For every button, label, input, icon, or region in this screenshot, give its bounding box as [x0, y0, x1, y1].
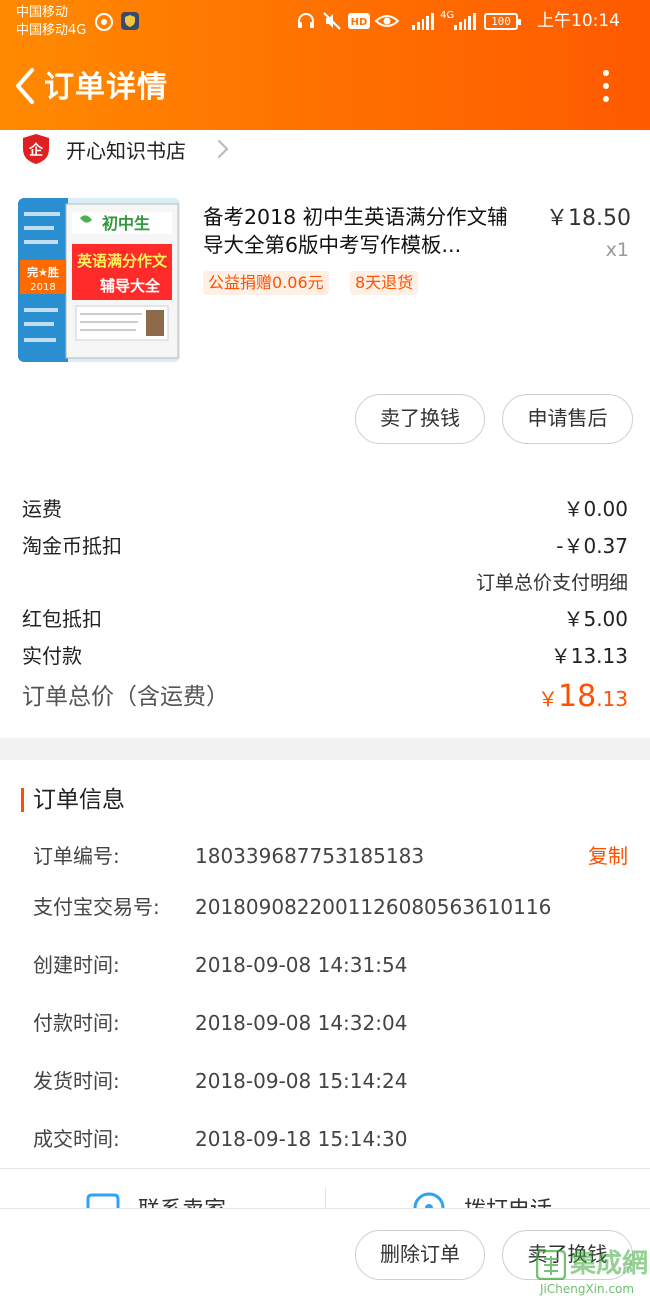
carrier-primary: 中国移动	[16, 5, 69, 20]
signal-icon	[454, 12, 476, 30]
status-time: 上午10:14	[537, 11, 620, 31]
nav-bar: 订单详情	[0, 44, 650, 130]
svg-text:2018: 2018	[30, 282, 55, 293]
product-quantity: x1	[605, 239, 629, 261]
paid-amount-value: ￥13.13	[550, 644, 628, 668]
alipay-trade-value: 2018090822001126080563610116	[195, 895, 552, 919]
svg-text:英语满分作文: 英语满分作文	[77, 252, 168, 270]
completed-time-label: 成交时间:	[33, 1127, 120, 1151]
order-total-label: 订单总价（含运费）	[22, 684, 229, 710]
hotspot-icon	[95, 13, 113, 31]
order-number-value: 180339687753185183	[195, 844, 425, 868]
paid-time-value: 2018-09-08 14:32:04	[195, 1011, 408, 1035]
signal-icon	[412, 12, 434, 30]
payment-detail-link[interactable]: 订单总价支付明细	[476, 570, 628, 596]
watermark-logo-icon	[536, 1250, 566, 1280]
return-policy-tag: 8天退货	[350, 271, 419, 295]
carrier-secondary: 中国移动4G	[16, 23, 87, 38]
shipped-time-label: 发货时间:	[33, 1069, 120, 1093]
alipay-trade-label: 支付宝交易号:	[33, 895, 160, 919]
page-title: 订单详情	[44, 70, 168, 105]
enterprise-shop-icon: 企	[23, 134, 49, 164]
copy-button[interactable]: 复制	[588, 843, 628, 869]
watermark-url: JiChengXin.com	[540, 1282, 635, 1296]
paid-amount-label: 实付款	[22, 644, 82, 668]
headset-icon	[298, 13, 314, 28]
svg-text:辅导大全: 辅导大全	[100, 277, 161, 295]
network-type-label: 4G	[440, 10, 455, 21]
completed-time-value: 2018-09-18 15:14:30	[195, 1127, 408, 1151]
product-price: ￥18.50	[546, 206, 631, 231]
order-number-label: 订单编号:	[33, 844, 120, 868]
shop-name[interactable]: 开心知识书店	[66, 138, 186, 164]
svg-text:企: 企	[28, 142, 44, 159]
redpacket-label: 红包抵扣	[22, 607, 102, 631]
created-time-value: 2018-09-08 14:31:54	[195, 953, 408, 977]
shop-row[interactable]: 企 开心知识书店	[0, 130, 650, 170]
order-info-title: 订单信息	[33, 787, 125, 813]
redpacket-value: ￥5.00	[563, 607, 628, 631]
order-total-value: ￥18.13	[538, 679, 628, 714]
shipping-value: ￥0.00	[563, 497, 628, 521]
status-bar: 中国移动 中国移动4G HD 4G 100 上午10:14	[0, 0, 650, 44]
sell-for-cash-button[interactable]: 卖了换钱	[355, 394, 485, 444]
delete-order-button[interactable]: 删除订单	[355, 1230, 485, 1280]
mute-icon	[323, 12, 341, 30]
shipped-time-value: 2018-09-08 15:14:24	[195, 1069, 408, 1093]
watermark-text: 集成網	[570, 1249, 649, 1279]
svg-text:初中生: 初中生	[102, 214, 150, 233]
section-accent-bar	[21, 788, 24, 812]
after-sales-button[interactable]: 申请售后	[502, 394, 633, 444]
paid-time-label: 付款时间:	[33, 1011, 120, 1035]
svg-text:HD: HD	[351, 17, 368, 28]
shield-app-icon	[121, 12, 139, 30]
svg-text:完★胜: 完★胜	[27, 265, 59, 279]
charity-tag: 公益捐赠0.06元	[203, 271, 329, 295]
product-title[interactable]: 备考2018 初中生英语满分作文辅导大全第6版中考写作模板...	[203, 203, 528, 259]
hd-icon: HD	[348, 13, 370, 29]
shipping-label: 运费	[22, 497, 62, 521]
back-arrow-icon[interactable]	[8, 64, 44, 108]
more-menu-icon[interactable]	[590, 66, 622, 106]
app-header: 中国移动 中国移动4G HD 4G 100 上午10:14 订单详情	[0, 0, 650, 130]
battery-icon: 100	[484, 13, 521, 30]
created-time-label: 创建时间:	[33, 953, 120, 977]
product-thumbnail[interactable]: 初中生 英语满分作文 辅导大全 完★胜 2018	[18, 198, 180, 362]
coin-deduction-value: -￥0.37	[556, 534, 628, 558]
coin-deduction-label: 淘金币抵扣	[22, 534, 122, 558]
eye-icon	[375, 15, 399, 27]
watermark: 集成網 JiChengXin.com	[530, 1248, 648, 1298]
chevron-right-icon[interactable]	[214, 138, 232, 160]
section-divider	[0, 738, 650, 760]
